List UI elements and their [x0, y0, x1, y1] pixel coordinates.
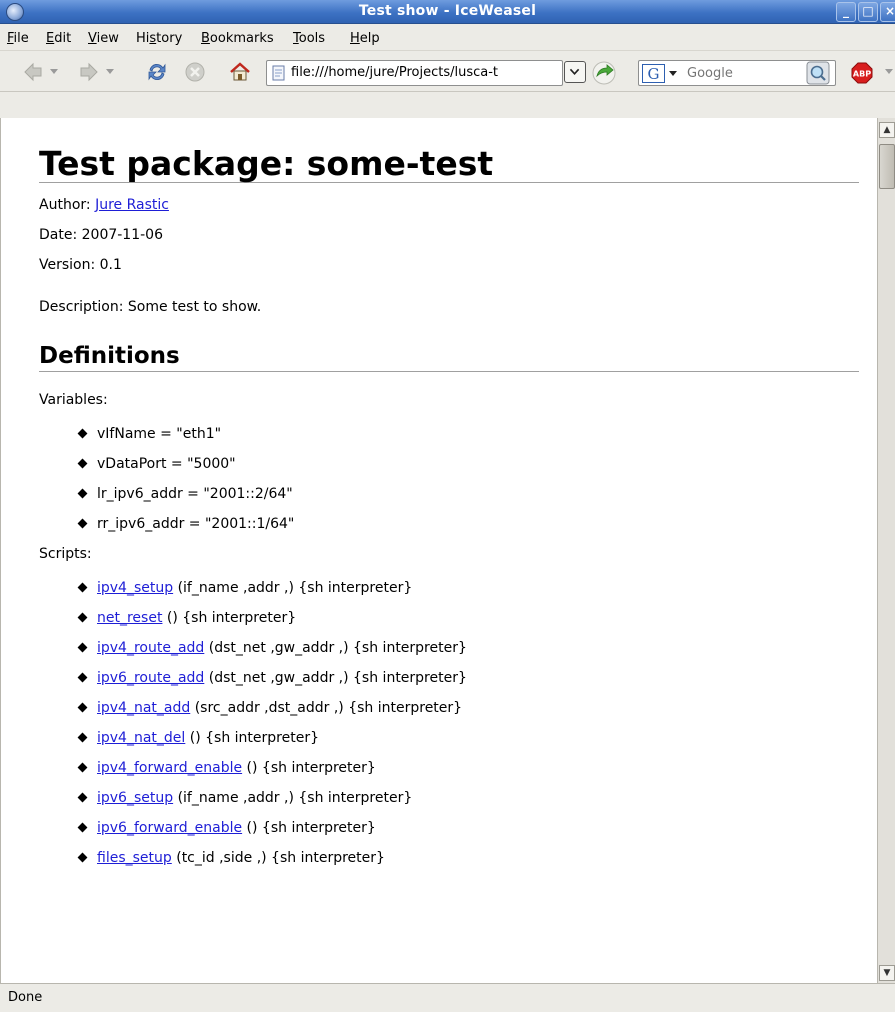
menu-history[interactable]: History — [136, 31, 182, 46]
scripts-list: ipv4_setup (if_name ,addr ,) {sh interpr… — [79, 578, 859, 878]
script-item: ipv6_setup (if_name ,addr ,) {sh interpr… — [79, 788, 859, 818]
script-signature: (if_name ,addr ,) {sh interpreter} — [173, 790, 413, 806]
home-icon[interactable] — [229, 61, 251, 83]
script-link[interactable]: ipv4_route_add — [97, 640, 204, 656]
navigation-toolbar: file:///home/jure/Projects/lusca-t G ABP — [0, 52, 895, 92]
menu-help[interactable]: Help — [350, 31, 380, 46]
script-link[interactable]: files_setup — [97, 850, 172, 866]
script-signature: (dst_net ,gw_addr ,) {sh interpreter} — [204, 670, 467, 686]
svg-text:ABP: ABP — [853, 70, 871, 79]
variables-label: Variables: — [39, 392, 108, 408]
search-input[interactable] — [687, 63, 797, 83]
svg-text:G: G — [648, 65, 660, 83]
search-engine-selector[interactable]: G — [642, 64, 680, 83]
script-signature: (if_name ,addr ,) {sh interpreter} — [173, 580, 413, 596]
forward-history-caret[interactable] — [106, 69, 114, 74]
toolbar-overflow-caret[interactable] — [885, 69, 893, 74]
script-signature: (dst_net ,gw_addr ,) {sh interpreter} — [204, 640, 467, 656]
variable-item: vIfName = "eth1" — [79, 424, 859, 454]
stop-icon[interactable] — [184, 61, 206, 83]
maximize-button[interactable]: □ — [858, 2, 878, 22]
script-item: ipv6_route_add (dst_net ,gw_addr ,) {sh … — [79, 668, 859, 698]
script-signature: () {sh interpreter} — [242, 760, 376, 776]
variables-list: vIfName = "eth1" vDataPort = "5000" lr_ipv… — [79, 424, 859, 544]
definitions-heading: Definitions — [39, 341, 859, 372]
script-item: files_setup (tc_id ,side ,) {sh interpre… — [79, 848, 859, 878]
script-link[interactable]: ipv6_forward_enable — [97, 820, 242, 836]
url-text[interactable]: file:///home/jure/Projects/lusca-t — [291, 65, 541, 80]
script-link[interactable]: ipv4_forward_enable — [97, 760, 242, 776]
menu-file[interactable]: File — [7, 31, 29, 46]
variable-item: vDataPort = "5000" — [79, 454, 859, 484]
version-line: Version: 0.1 — [39, 257, 122, 273]
menu-bar: File Edit View History Bookmarks Tools H… — [0, 25, 895, 51]
go-icon[interactable] — [591, 60, 617, 86]
vertical-scrollbar[interactable]: ▲ ▼ — [877, 118, 895, 983]
script-link[interactable]: ipv6_setup — [97, 790, 173, 806]
script-item: ipv4_nat_add (src_addr ,dst_addr ,) {sh … — [79, 698, 859, 728]
magnifier-icon[interactable] — [806, 61, 830, 85]
variable-item: lr_ipv6_addr = "2001::2/64" — [79, 484, 859, 514]
author-link[interactable]: Jure Rastic — [95, 197, 169, 213]
script-link[interactable]: ipv4_setup — [97, 580, 173, 596]
page-content: Test package: some-test Author: Jure Ras… — [39, 118, 859, 878]
script-link[interactable]: ipv6_route_add — [97, 670, 204, 686]
script-signature: () {sh interpreter} — [242, 820, 376, 836]
status-bar: Done — [0, 983, 895, 1012]
script-link[interactable]: ipv4_nat_del — [97, 730, 185, 746]
scroll-down-arrow[interactable]: ▼ — [879, 965, 895, 981]
page-icon — [272, 65, 285, 81]
page-viewport[interactable]: Test package: some-test Author: Jure Ras… — [0, 118, 877, 983]
status-text: Done — [8, 990, 43, 1005]
script-link[interactable]: ipv4_nat_add — [97, 700, 190, 716]
menu-edit[interactable]: Edit — [46, 31, 71, 46]
url-history-dropdown[interactable] — [564, 61, 586, 83]
scroll-up-arrow[interactable]: ▲ — [879, 122, 895, 138]
menu-bookmarks[interactable]: Bookmarks — [201, 31, 274, 46]
google-icon: G — [642, 64, 677, 83]
back-icon[interactable] — [22, 61, 44, 83]
script-link[interactable]: net_reset — [97, 610, 162, 626]
reload-icon[interactable] — [146, 61, 168, 83]
description: Description: Some test to show. — [39, 299, 262, 315]
date-line: Date: 2007-11-06 — [39, 227, 163, 243]
menu-view[interactable]: View — [88, 31, 119, 46]
script-item: net_reset () {sh interpreter} — [79, 608, 859, 638]
scrollbar-thumb[interactable] — [879, 144, 895, 189]
author-label: Author: — [39, 197, 96, 213]
minimize-button[interactable]: _ — [836, 2, 856, 22]
script-item: ipv4_forward_enable () {sh interpreter} — [79, 758, 859, 788]
chevron-down-icon — [569, 68, 580, 76]
close-button[interactable]: × — [880, 2, 895, 22]
script-signature: () {sh interpreter} — [185, 730, 319, 746]
script-item: ipv6_forward_enable () {sh interpreter} — [79, 818, 859, 848]
menu-tools[interactable]: Tools — [293, 31, 325, 46]
script-item: ipv4_route_add (dst_net ,gw_addr ,) {sh … — [79, 638, 859, 668]
menu-file-label: ile — [13, 31, 29, 46]
url-bar[interactable]: file:///home/jure/Projects/lusca-t — [266, 60, 563, 86]
script-signature: (tc_id ,side ,) {sh interpreter} — [171, 850, 385, 866]
script-item: ipv4_nat_del () {sh interpreter} — [79, 728, 859, 758]
page-title: Test package: some-test — [39, 146, 859, 183]
variable-item: rr_ipv6_addr = "2001::1/64" — [79, 514, 859, 544]
author-line: Author: Jure Rastic — [39, 195, 859, 215]
window-title: Test show - IceWeasel — [358, 3, 537, 19]
script-signature: (src_addr ,dst_addr ,) {sh interpreter} — [190, 700, 463, 716]
script-item: ipv4_setup (if_name ,addr ,) {sh interpr… — [79, 578, 859, 608]
title-bar: Test show - IceWeasel _ □ × — [0, 0, 895, 24]
script-signature: () {sh interpreter} — [162, 610, 297, 626]
forward-icon[interactable] — [78, 61, 100, 83]
back-history-caret[interactable] — [50, 69, 58, 74]
adblock-icon[interactable]: ABP — [851, 62, 873, 84]
scripts-label: Scripts: — [39, 546, 92, 562]
